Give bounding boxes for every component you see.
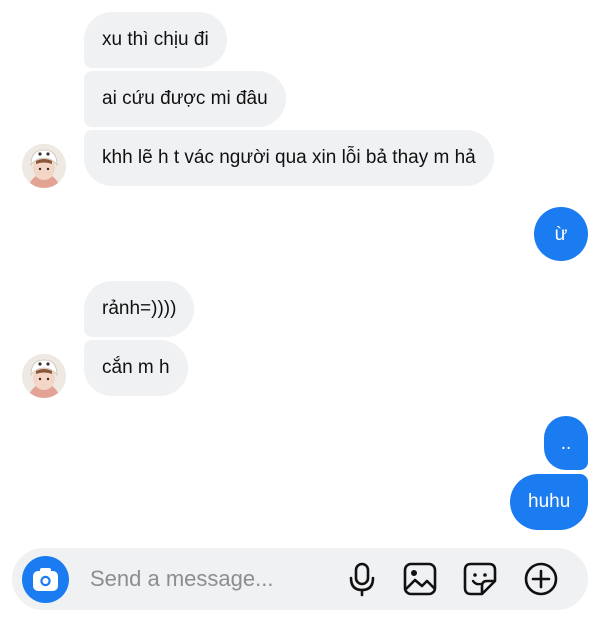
incoming-message[interactable]: khh lẽ h t vác người qua xin lỗi bả thay…: [84, 130, 494, 186]
message-text: ai cứu được mi đâu: [102, 88, 268, 109]
outgoing-message[interactable]: ừ: [534, 207, 588, 261]
microphone-button[interactable]: [344, 561, 380, 597]
contact-avatar[interactable]: [22, 354, 66, 398]
message-input[interactable]: [90, 564, 320, 594]
incoming-message[interactable]: ai cứu được mi đâu: [84, 71, 286, 127]
message-text: ừ: [554, 224, 568, 245]
message-text: ..: [560, 433, 572, 454]
image-icon: [403, 562, 437, 596]
message-text: xu thì chịu đi: [102, 29, 209, 50]
microphone-icon: [349, 562, 375, 597]
camera-button[interactable]: [22, 556, 69, 603]
camera-icon: [33, 568, 58, 591]
message-text: rảnh=)))): [102, 298, 177, 319]
message-text: huhu: [528, 491, 571, 512]
plus-button[interactable]: [523, 561, 559, 597]
plus-icon: [524, 562, 558, 596]
message-composer: [12, 548, 588, 610]
outgoing-message[interactable]: huhu: [510, 474, 588, 530]
incoming-message[interactable]: xu thì chịu đi: [84, 12, 227, 68]
avatar-image: [22, 144, 66, 188]
avatar-image: [22, 354, 66, 398]
incoming-message[interactable]: rảnh=)))): [84, 281, 195, 337]
sticker-icon: [463, 562, 497, 596]
message-text: khh lẽ h t vác người qua xin lỗi bả thay…: [102, 147, 476, 168]
message-text: cắn m h: [102, 357, 170, 378]
sticker-button[interactable]: [462, 561, 498, 597]
outgoing-message[interactable]: ..: [544, 416, 588, 470]
contact-avatar[interactable]: [22, 144, 66, 188]
image-button[interactable]: [402, 561, 438, 597]
incoming-message[interactable]: cắn m h: [84, 340, 188, 396]
